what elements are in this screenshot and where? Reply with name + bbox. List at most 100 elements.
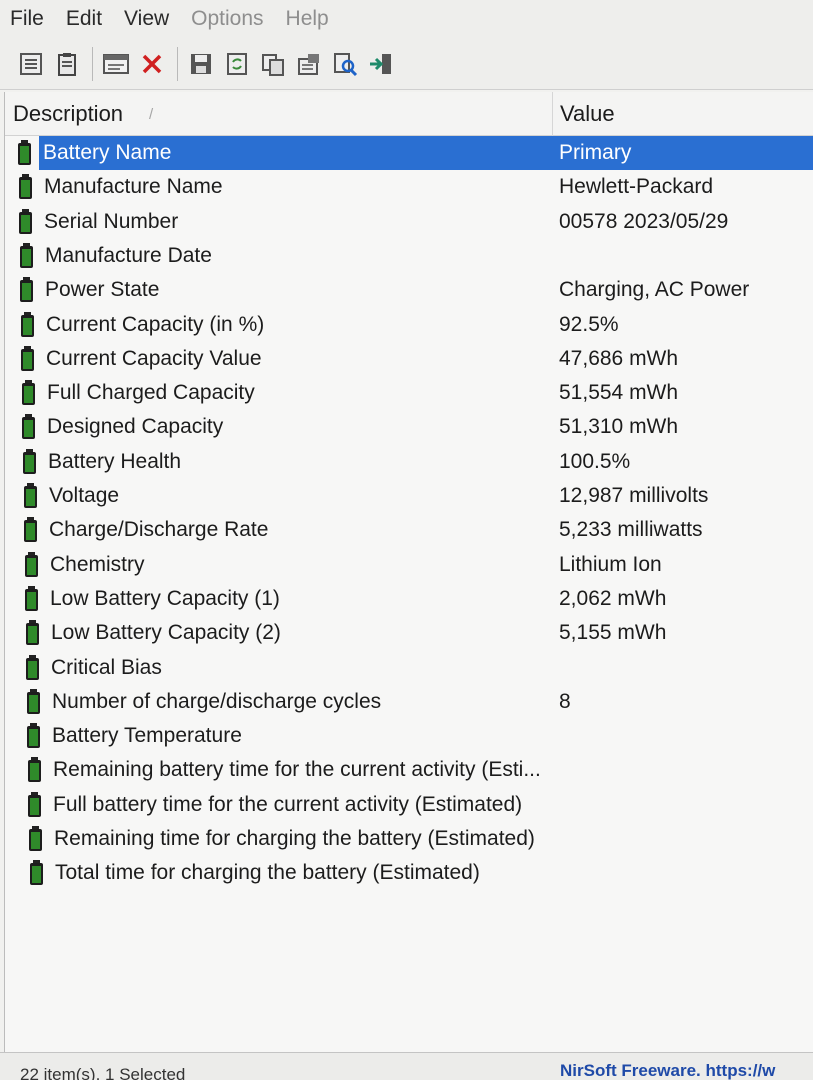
row-value: 51,554 mWh (559, 381, 679, 405)
row-value: 5,155 mWh (559, 621, 667, 645)
status-bar: 22 item(s), 1 Selected NirSoft Freeware.… (0, 1052, 813, 1080)
battery-icon (25, 585, 38, 611)
menu-options[interactable]: Options (191, 7, 263, 31)
battery-icon (26, 654, 39, 680)
table-row[interactable]: Low Battery Capacity (1) 2,062 mWh (5, 582, 813, 616)
row-description: Power State (45, 278, 160, 302)
battery-icon (20, 242, 33, 268)
row-value: 51,310 mWh (559, 415, 679, 439)
list-header: Description / Value (5, 92, 813, 136)
row-value: 92.5% (559, 312, 619, 336)
row-value: 12,987 millivolts (559, 484, 709, 507)
exit-icon[interactable] (364, 47, 398, 81)
row-value: 47,686 mWh (559, 346, 679, 370)
column-header-description-label: Description (13, 101, 124, 126)
battery-info-list[interactable]: Description / Value Battery Name Primary M… (4, 92, 813, 1052)
row-value: Hewlett-Packard (559, 175, 714, 199)
table-row[interactable]: Full battery time for the current activi… (5, 788, 813, 822)
row-description: Battery Health (48, 449, 182, 473)
table-row[interactable]: Battery Temperature (5, 719, 813, 753)
table-row[interactable]: Designed Capacity 51,310 mWh (5, 410, 813, 444)
menu-help[interactable]: Help (286, 7, 329, 31)
table-row[interactable]: Total time for charging the battery (Est… (5, 856, 813, 890)
refresh-icon[interactable] (220, 47, 254, 81)
toolbar-separator (177, 46, 178, 81)
table-row[interactable]: Number of charge/discharge cycles 8 (5, 685, 813, 719)
properties-icon[interactable] (99, 47, 133, 81)
table-row[interactable]: Current Capacity Value 47,686 mWh (5, 342, 813, 376)
row-value: Primary (559, 141, 632, 164)
row-description: Remaining time for charging the battery … (54, 827, 535, 850)
sort-indicator-icon: / (149, 105, 154, 123)
column-header-description[interactable]: Description / (13, 92, 553, 136)
table-row[interactable]: Voltage 12,987 millivolts (5, 479, 813, 513)
menu-view[interactable]: View (124, 7, 169, 31)
row-description: Voltage (49, 484, 120, 507)
battery-icon (24, 483, 37, 508)
battery-icon (24, 517, 37, 543)
row-description: Chemistry (50, 552, 145, 576)
battery-icon (23, 448, 36, 474)
row-description: Number of charge/discharge cycles (52, 689, 382, 713)
find-icon[interactable] (328, 47, 362, 81)
row-description: Current Capacity (in %) (46, 312, 265, 336)
table-row[interactable]: Manufacture Date (5, 239, 813, 273)
table-row[interactable]: Remaining time for charging the battery … (5, 822, 813, 856)
clipboard-icon[interactable] (50, 47, 84, 81)
row-description: Total time for charging the battery (Est… (55, 861, 480, 885)
settings-icon[interactable] (292, 47, 326, 81)
row-description: Battery Temperature (52, 724, 242, 748)
table-row[interactable]: Charge/Discharge Rate 5,233 milliwatts (5, 513, 813, 547)
row-description: Full battery time for the current activi… (53, 792, 523, 816)
table-row[interactable]: Critical Bias (5, 651, 813, 685)
table-row[interactable]: Battery Name Primary (5, 136, 813, 170)
menu-edit[interactable]: Edit (66, 7, 102, 31)
row-value: 8 (559, 689, 571, 713)
table-row[interactable]: Battery Health 100.5% (5, 445, 813, 479)
battery-icon (22, 380, 35, 406)
menu-file[interactable]: File (10, 7, 44, 31)
delete-icon[interactable] (135, 47, 169, 81)
column-header-value[interactable]: Value (560, 92, 813, 136)
copy-icon[interactable] (256, 47, 290, 81)
battery-icon (29, 826, 42, 851)
row-description: Remaining battery time for the current a… (53, 758, 541, 782)
row-value: Lithium Ion (559, 552, 662, 576)
table-row[interactable]: Full Charged Capacity 51,554 mWh (5, 376, 813, 410)
row-description: Manufacture Name (44, 175, 223, 199)
table-row[interactable]: Remaining battery time for the current a… (5, 753, 813, 787)
table-row[interactable]: Low Battery Capacity (2) 5,155 mWh (5, 616, 813, 650)
row-value: Charging, AC Power (559, 278, 750, 302)
row-description: Manufacture Date (45, 243, 212, 267)
row-value: 5,233 milliwatts (559, 518, 703, 542)
row-value: 100.5% (559, 449, 631, 473)
battery-icon (26, 620, 39, 646)
battery-icon (19, 174, 32, 200)
toolbar-separator (92, 46, 93, 81)
table-row[interactable]: Chemistry Lithium Ion (5, 548, 813, 582)
battery-icon (25, 551, 38, 577)
row-description: Serial Number (44, 209, 179, 233)
battery-icon (21, 311, 34, 337)
table-row[interactable]: Serial Number 00578 2023/05/29 (5, 205, 813, 239)
status-item-count: 22 item(s), 1 Selected (20, 1065, 186, 1080)
row-description: Current Capacity Value (46, 346, 262, 370)
row-value: 00578 2023/05/29 (559, 209, 729, 233)
row-description: Critical Bias (51, 655, 162, 679)
battery-icon (28, 791, 41, 817)
menu-bar: File Edit View Options Help (0, 0, 813, 38)
table-row[interactable]: Manufacture Name Hewlett-Packard (5, 170, 813, 204)
battery-icon (20, 277, 33, 303)
row-description: Low Battery Capacity (1) (50, 586, 280, 610)
battery-icon (27, 723, 40, 749)
html-report-icon[interactable] (14, 47, 48, 81)
battery-icon (18, 140, 31, 165)
table-row[interactable]: Power State Charging, AC Power (5, 273, 813, 307)
nirsoft-link[interactable]: NirSoft Freeware. https://w (560, 1061, 775, 1080)
table-row[interactable]: Current Capacity (in %) 92.5% (5, 308, 813, 342)
row-description: Low Battery Capacity (2) (51, 621, 281, 645)
toolbar (0, 38, 813, 90)
row-description: Charge/Discharge Rate (49, 518, 269, 542)
save-icon[interactable] (184, 47, 218, 81)
battery-icon (28, 757, 41, 783)
